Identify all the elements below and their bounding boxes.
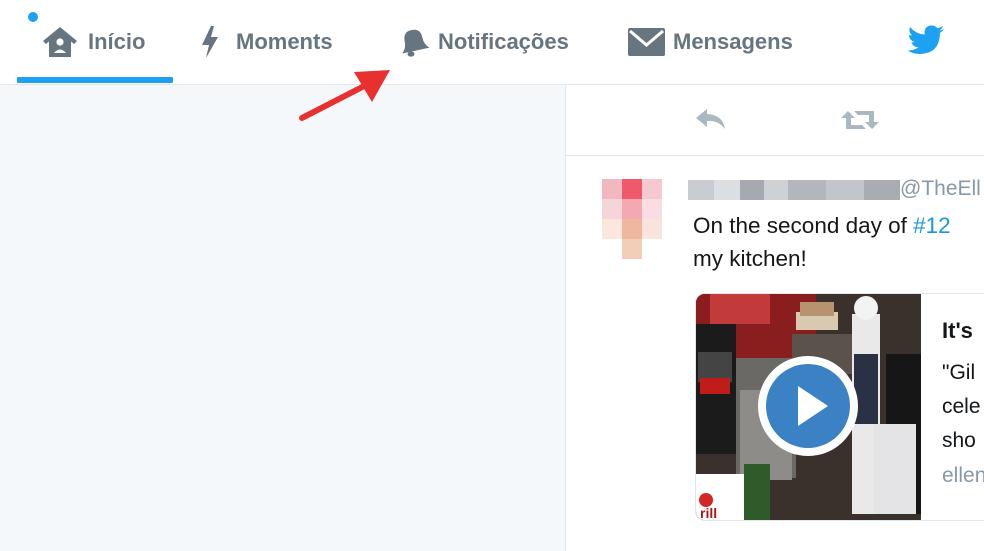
author-handle[interactable]: @TheEll xyxy=(900,177,981,201)
tweet-text-line1: On the second day of xyxy=(693,213,914,238)
bell-icon xyxy=(402,29,430,57)
house-icon xyxy=(43,27,77,57)
play-icon xyxy=(798,386,828,426)
nav-home-label: Início xyxy=(88,29,146,54)
play-button[interactable] xyxy=(758,356,858,456)
tweet-hashtag[interactable]: #12 xyxy=(913,213,951,238)
card-description: "Gil cele sho xyxy=(942,356,981,458)
tweet-text-line2: my kitchen! xyxy=(693,246,807,271)
nav-messages[interactable]: Mensagens xyxy=(627,0,793,84)
card-domain: ellen xyxy=(942,464,984,487)
svg-text:rill: rill xyxy=(700,505,717,520)
nav-home[interactable]: Início xyxy=(42,0,145,84)
nav-notifications-label: Notificações xyxy=(438,29,569,54)
top-navigation-bar: Início Moments Notificações Mensagens xyxy=(0,0,984,85)
card-desc-line3: sho xyxy=(942,429,976,452)
nav-messages-label: Mensagens xyxy=(673,29,793,54)
active-tab-indicator xyxy=(17,77,173,83)
author-name-redacted xyxy=(688,180,900,200)
card-desc-line1: "Gil xyxy=(942,361,976,384)
nav-moments-label: Moments xyxy=(236,29,333,54)
tweet-text: On the second day of #12 my kitchen! xyxy=(693,209,984,275)
tweet-detail-pane: @TheEll On the second day of #12 my kitc… xyxy=(566,85,984,551)
lightning-bolt-icon xyxy=(202,26,218,58)
new-content-dot xyxy=(28,12,38,22)
envelope-icon xyxy=(628,28,665,56)
reply-icon[interactable] xyxy=(694,107,728,133)
video-thumbnail[interactable]: rill xyxy=(696,294,921,520)
tweet-action-row xyxy=(566,85,984,156)
twitter-bird-icon xyxy=(907,25,944,54)
twitter-logo[interactable] xyxy=(906,22,946,60)
left-pane xyxy=(0,85,566,551)
annotation-arrow-icon xyxy=(299,70,390,121)
card-title: It's xyxy=(942,318,973,343)
avatar[interactable] xyxy=(602,179,662,259)
retweet-icon[interactable] xyxy=(840,107,880,133)
link-card[interactable]: rill It's "Gil cele sho ellen xyxy=(695,293,984,521)
card-desc-line2: cele xyxy=(942,395,981,418)
nav-notifications[interactable]: Notificações xyxy=(396,0,569,84)
